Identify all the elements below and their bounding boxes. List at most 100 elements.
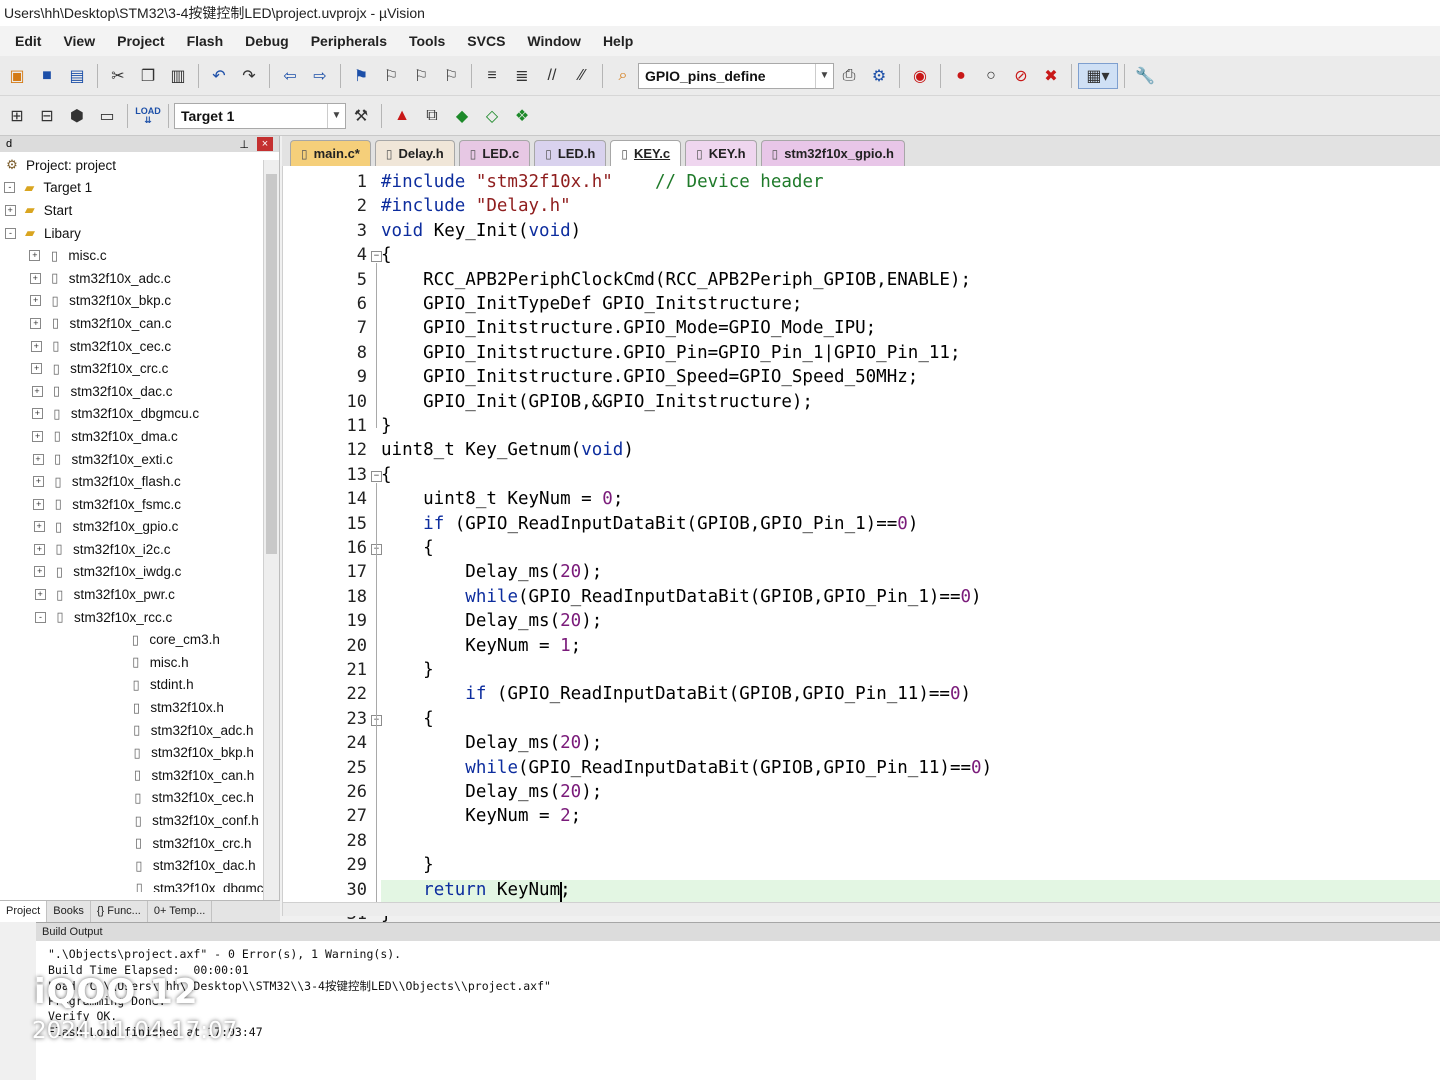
tree-item[interactable]: + ▯ stm32f10x_cec.c — [0, 335, 279, 358]
tree-item[interactable]: + ▯ stm32f10x_dma.c — [0, 425, 279, 448]
tree-item[interactable]: ▯ misc.h — [0, 651, 279, 674]
cut-icon[interactable]: ✂ — [104, 63, 132, 89]
copy-icon[interactable]: ❐ — [134, 63, 162, 89]
menu-edit[interactable]: Edit — [4, 33, 52, 49]
expand-icon[interactable]: + — [34, 589, 46, 601]
tree-item[interactable]: ▯ stm32f10x_cec.h — [0, 787, 279, 810]
comment-icon[interactable]: // — [538, 63, 566, 89]
editor-horizontal-scrollbar[interactable] — [283, 902, 1440, 916]
code-line[interactable]: if (GPIO_ReadInputDataBit(GPIOB,GPIO_Pin… — [381, 514, 918, 534]
build-icon[interactable]: ⊟ — [33, 103, 61, 129]
rebuild-icon[interactable]: ⬢ — [63, 103, 91, 129]
code-line[interactable]: Delay_ms(20); — [381, 611, 602, 631]
collapse-icon[interactable]: - — [35, 611, 46, 623]
tree-item[interactable]: + ▯ stm32f10x_dac.c — [0, 380, 279, 403]
collapse-icon[interactable]: - — [4, 182, 16, 194]
tree-item[interactable]: ▯ stm32f10x_dac.h — [0, 854, 279, 877]
clear-bookmarks-icon[interactable]: ⚐ — [437, 63, 465, 89]
tree-item[interactable]: + ▯ stm32f10x_flash.c — [0, 470, 279, 493]
tree-item[interactable]: ▯ stm32f10x.h — [0, 696, 279, 719]
close-icon[interactable]: × — [257, 137, 273, 151]
configure-icon[interactable]: 🔧 — [1131, 63, 1159, 89]
code-line[interactable]: void Key_Init(void) — [381, 221, 581, 241]
tree-scrollbar-thumb[interactable] — [266, 174, 277, 554]
tree-item[interactable]: + ▯ stm32f10x_iwdg.c — [0, 561, 279, 584]
manage-components-icon[interactable]: ▲ — [388, 103, 416, 129]
expand-icon[interactable]: + — [29, 250, 41, 262]
tree-item[interactable]: - ▯ stm32f10x_rcc.c — [0, 606, 279, 629]
batch-build-icon[interactable]: ▭ — [93, 103, 121, 129]
code-line[interactable]: uint8_t Key_Getnum(void) — [381, 440, 634, 460]
code-line[interactable]: GPIO_Initstructure.GPIO_Speed=GPIO_Speed… — [381, 367, 918, 387]
expand-icon[interactable]: + — [29, 272, 41, 284]
save-icon[interactable]: ■ — [33, 63, 61, 89]
load-icon[interactable]: LOAD ⇊ — [134, 103, 162, 129]
enable-breakpoint-icon[interactable]: ○ — [977, 63, 1005, 89]
find-combo[interactable]: GPIO_pins_define ▼ — [638, 62, 834, 89]
insert-breakpoint-icon[interactable]: ● — [947, 63, 975, 89]
manage-rte-icon[interactable]: ◆ — [448, 103, 476, 129]
navigate-forward-icon[interactable]: ⇨ — [306, 63, 334, 89]
menu-svcs[interactable]: SVCS — [456, 33, 516, 49]
menu-project[interactable]: Project — [106, 33, 175, 49]
expand-icon[interactable]: + — [31, 385, 43, 397]
tree-item[interactable]: + ▯ stm32f10x_crc.c — [0, 357, 279, 380]
tree-item[interactable]: ⚙ Project: project — [0, 154, 279, 177]
tree-item[interactable]: + ▯ misc.c — [0, 244, 279, 267]
tree-item[interactable]: + ▯ stm32f10x_gpio.c — [0, 516, 279, 539]
expand-icon[interactable]: + — [33, 521, 45, 533]
tree-item[interactable]: + ▯ stm32f10x_fsmc.c — [0, 493, 279, 516]
open-file-icon[interactable]: ▣ — [3, 63, 31, 89]
incremental-find-icon[interactable]: ⚙ — [865, 63, 893, 89]
target-combo[interactable]: Target 1 ▼ — [174, 102, 346, 129]
undo-icon[interactable]: ↶ — [205, 63, 233, 89]
tree-item[interactable]: ▯ stm32f10x_bkp.h — [0, 741, 279, 764]
code-line[interactable]: if (GPIO_ReadInputDataBit(GPIOB,GPIO_Pin… — [381, 684, 971, 704]
code-line[interactable]: while(GPIO_ReadInputDataBit(GPIOB,GPIO_P… — [381, 587, 981, 607]
next-bookmark-icon[interactable]: ⚐ — [407, 63, 435, 89]
code-editor[interactable]: 1 2 3 4 5 6 7 8 9 10 11 12 13 14 15 16 17 18 19 20 21 22 23 24 2… — [282, 166, 1440, 924]
code-line[interactable]: GPIO_Initstructure.GPIO_Mode=GPIO_Mode_I… — [381, 318, 876, 338]
panel-tab[interactable]: 0+ Temp... — [148, 901, 213, 922]
code-line[interactable]: { — [381, 245, 392, 265]
code-line[interactable]: GPIO_Init(GPIOB,&GPIO_Initstructure); — [381, 392, 813, 412]
select-packs-icon[interactable]: ◇ — [478, 103, 506, 129]
editor-tab[interactable]: ▯ Delay.h — [374, 140, 455, 166]
menu-window[interactable]: Window — [516, 33, 592, 49]
code-line[interactable]: uint8_t KeyNum = 0; — [381, 489, 623, 509]
editor-tab[interactable]: ▯ stm32f10x_gpio.h — [760, 140, 906, 166]
pin-icon[interactable]: ⊥ — [239, 138, 249, 151]
code-line[interactable]: } — [381, 660, 434, 680]
expand-icon[interactable]: + — [4, 204, 16, 216]
menu-help[interactable]: Help — [592, 33, 644, 49]
tree-item[interactable]: - ▰ Libary — [0, 222, 279, 245]
tree-item[interactable]: ▯ stdint.h — [0, 674, 279, 697]
chevron-down-icon[interactable]: ▼ — [327, 103, 345, 128]
expand-icon[interactable]: + — [32, 430, 44, 442]
panel-tab[interactable]: Books — [47, 901, 91, 922]
disable-breakpoints-icon[interactable]: ⊘ — [1007, 63, 1035, 89]
code-line[interactable]: while(GPIO_ReadInputDataBit(GPIOB,GPIO_P… — [381, 758, 992, 778]
pack-installer-icon[interactable]: ❖ — [508, 103, 536, 129]
unindent-icon[interactable]: ≣ — [508, 63, 536, 89]
code-line[interactable]: #include "Delay.h" — [381, 196, 571, 216]
panel-tab[interactable]: Project — [0, 901, 48, 922]
tree-item[interactable]: + ▯ stm32f10x_adc.c — [0, 267, 279, 290]
expand-icon[interactable]: + — [31, 363, 43, 375]
code-line[interactable]: GPIO_Initstructure.GPIO_Pin=GPIO_Pin_1|G… — [381, 343, 960, 363]
menu-tools[interactable]: Tools — [398, 33, 456, 49]
code-line[interactable]: Delay_ms(20); — [381, 733, 602, 753]
expand-icon[interactable]: + — [30, 317, 42, 329]
tree-item[interactable]: ▯ stm32f10x_crc.h — [0, 832, 279, 855]
editor-tab[interactable]: ▯ KEY.h — [685, 140, 757, 166]
translate-icon[interactable]: ⊞ — [3, 103, 31, 129]
expand-icon[interactable]: + — [30, 340, 42, 352]
editor-tab[interactable]: ▯ LED.h — [534, 140, 607, 166]
tree-item[interactable]: ▯ stm32f10x_adc.h — [0, 719, 279, 742]
menu-debug[interactable]: Debug — [234, 33, 300, 49]
expand-icon[interactable]: + — [33, 498, 45, 510]
window-layout-icon[interactable]: ▦▾ — [1078, 62, 1118, 89]
menu-flash[interactable]: Flash — [176, 33, 235, 49]
paste-icon[interactable]: ▥ — [164, 63, 192, 89]
kill-breakpoints-icon[interactable]: ✖ — [1037, 63, 1065, 89]
